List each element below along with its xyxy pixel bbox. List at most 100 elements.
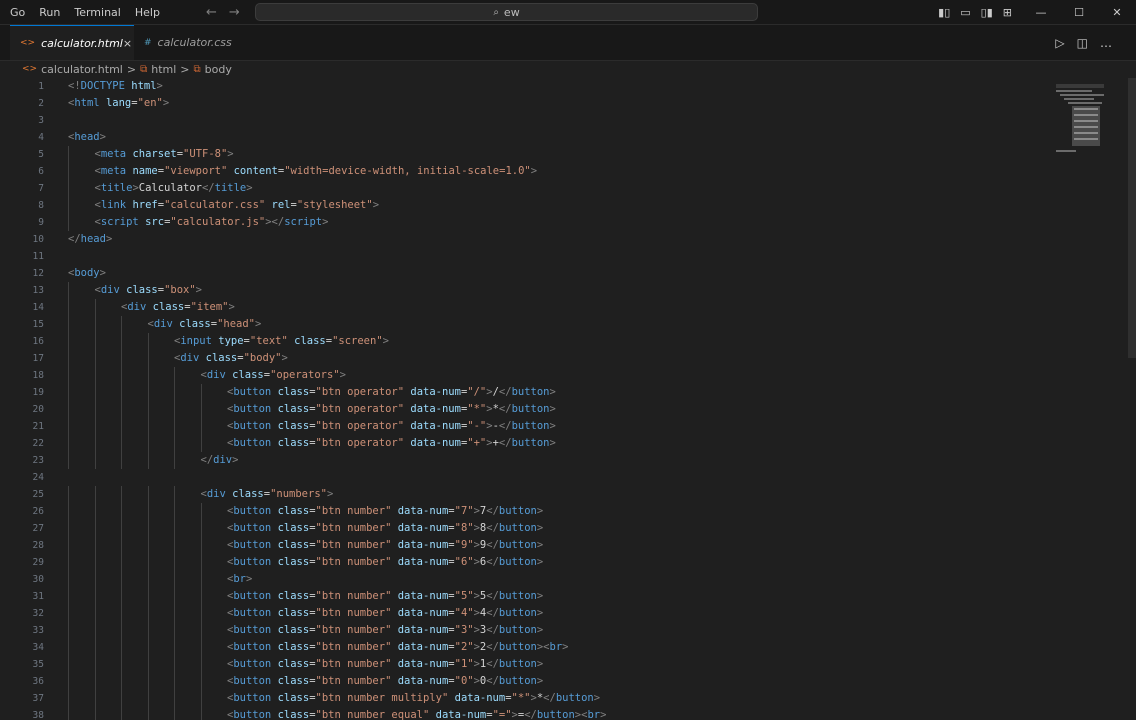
code-line[interactable]: 32 <button class="btn number" data-num="4… [0, 605, 1050, 622]
indent-guide [200, 520, 202, 537]
toggle-primary-sidebar-icon[interactable]: ▮▯ [938, 6, 950, 19]
minimap[interactable] [1050, 78, 1130, 168]
code-line[interactable]: 35 <button class="btn number" data-num="1… [0, 656, 1050, 673]
code-line[interactable]: 2 <html lang="en"> [0, 95, 1050, 112]
code-line[interactable]: 12 <body> [0, 265, 1050, 282]
code-text: <button class="btn number" data-num="4">… [227, 607, 544, 619]
code-text: <div class="item"> [121, 301, 235, 313]
indent-guide [174, 605, 175, 622]
indent-guide [121, 486, 122, 503]
code-line[interactable]: 13 <div class="box"> [0, 282, 1050, 299]
indent-guide [200, 690, 202, 707]
code-line[interactable]: 11 [0, 248, 1050, 265]
indent-guide [94, 622, 96, 639]
code-line[interactable]: 28 <button class="btn number" data-num="9… [0, 537, 1050, 554]
line-number: 15 [32, 319, 44, 330]
back-arrow-icon[interactable]: ← [206, 5, 217, 20]
code-line[interactable]: 25 <div class="numbers"> [0, 486, 1050, 503]
indent-guide [121, 571, 122, 588]
indent-guide [147, 503, 149, 520]
command-center-search[interactable]: ⌕ ew [255, 3, 758, 21]
indent-guide [147, 605, 149, 622]
indent-guide [94, 367, 96, 384]
indent-guide [94, 656, 96, 673]
code-line[interactable]: 34 <button class="btn number" data-num="2… [0, 639, 1050, 656]
code-text: <button class="btn operator" data-num="+… [227, 437, 556, 449]
line-number: 16 [32, 336, 44, 347]
code-line[interactable]: 10 </head> [0, 231, 1050, 248]
more-actions-icon[interactable]: … [1100, 36, 1112, 50]
minimize-button[interactable]: — [1022, 6, 1060, 19]
indent-guide [94, 554, 96, 571]
maximize-button[interactable]: ☐ [1060, 6, 1098, 19]
code-line[interactable]: 19 <button class="btn operator" data-num=… [0, 384, 1050, 401]
code-line[interactable]: 9 <script src="calculator.js"></script> [0, 214, 1050, 231]
breadcrumb-body[interactable]: body [205, 63, 232, 76]
code-line[interactable]: 20 <button class="btn operator" data-num=… [0, 401, 1050, 418]
indent-guide [68, 503, 69, 520]
indent-guide [200, 605, 202, 622]
toggle-panel-icon[interactable]: ▭ [960, 6, 970, 19]
toggle-secondary-sidebar-icon[interactable]: ▯▮ [981, 6, 993, 19]
run-icon[interactable]: ▷ [1055, 36, 1064, 50]
code-line[interactable]: 33 <button class="btn number" data-num="3… [0, 622, 1050, 639]
code-line[interactable]: 16 <input type="text" class="screen"> [0, 333, 1050, 350]
code-line[interactable]: 37 <button class="btn number multiply" da… [0, 690, 1050, 707]
indent-guide [121, 503, 122, 520]
close-window-button[interactable]: ✕ [1098, 6, 1136, 19]
code-line[interactable]: 7 <title>Calculator</title> [0, 180, 1050, 197]
indent-guide [200, 384, 202, 401]
code-line[interactable]: 21 <button class="btn operator" data-num=… [0, 418, 1050, 435]
code-line[interactable]: 17 <div class="body"> [0, 350, 1050, 367]
code-line[interactable]: 27 <button class="btn number" data-num="8… [0, 520, 1050, 537]
indent-guide [174, 418, 175, 435]
code-line[interactable]: 22 <button class="btn operator" data-num=… [0, 435, 1050, 452]
html-file-icon: <> [22, 64, 38, 74]
menu-item-run[interactable]: Run [39, 6, 60, 19]
tab-calculator-html[interactable]: <> calculator.html × [10, 25, 134, 60]
code-line[interactable]: 18 <div class="operators"> [0, 367, 1050, 384]
customize-layout-icon[interactable]: ⊞ [1003, 6, 1012, 19]
code-text: <head> [68, 131, 106, 143]
code-line[interactable]: 1 <!DOCTYPE html> [0, 78, 1050, 95]
vertical-scrollbar[interactable] [1128, 78, 1136, 358]
code-line[interactable]: 23 </div> [0, 452, 1050, 469]
line-number: 35 [32, 659, 44, 670]
line-number: 12 [32, 268, 44, 279]
line-number: 2 [38, 98, 44, 109]
menu-item-help[interactable]: Help [135, 6, 160, 19]
indent-guide [174, 503, 175, 520]
code-line[interactable]: 3 [0, 112, 1050, 129]
indent-guide [94, 537, 96, 554]
code-line[interactable]: 4 <head> [0, 129, 1050, 146]
indent-guide [68, 486, 69, 503]
indent-guide [121, 605, 122, 622]
breadcrumb-html[interactable]: html [151, 63, 176, 76]
line-number: 25 [32, 489, 44, 500]
indent-guide [147, 367, 149, 384]
code-editor[interactable]: 1 <!DOCTYPE html> 2 <html lang="en"> 3 4 <head… [0, 78, 1050, 720]
code-line[interactable]: 30 <br> [0, 571, 1050, 588]
indent-guide [147, 384, 149, 401]
code-line[interactable]: 6 <meta name="viewport" content="width=de… [0, 163, 1050, 180]
code-line[interactable]: 8 <link href="calculator.css" rel="styles… [0, 197, 1050, 214]
code-line[interactable]: 36 <button class="btn number" data-num="0… [0, 673, 1050, 690]
code-line[interactable]: 14 <div class="item"> [0, 299, 1050, 316]
indent-guide [121, 418, 122, 435]
code-line[interactable]: 5 <meta charset="UTF-8"> [0, 146, 1050, 163]
code-line[interactable]: 38 <button class="btn number equal" data-… [0, 707, 1050, 720]
breadcrumb-separator: > [180, 62, 190, 76]
split-editor-icon[interactable]: ◫ [1077, 36, 1088, 50]
code-line[interactable]: 29 <button class="btn number" data-num="6… [0, 554, 1050, 571]
code-line[interactable]: 31 <button class="btn number" data-num="5… [0, 588, 1050, 605]
indent-guide [68, 367, 69, 384]
code-line[interactable]: 15 <div class="head"> [0, 316, 1050, 333]
breadcrumb-file[interactable]: calculator.html [41, 63, 123, 76]
menu-item-terminal[interactable]: Terminal [74, 6, 121, 19]
menu-item-go[interactable]: Go [10, 6, 25, 19]
close-tab-icon[interactable]: × [123, 37, 132, 50]
code-line[interactable]: 24 [0, 469, 1050, 486]
tab-calculator-css[interactable]: # calculator.css [134, 25, 254, 60]
code-line[interactable]: 26 <button class="btn number" data-num="7… [0, 503, 1050, 520]
forward-arrow-icon[interactable]: → [229, 5, 240, 20]
